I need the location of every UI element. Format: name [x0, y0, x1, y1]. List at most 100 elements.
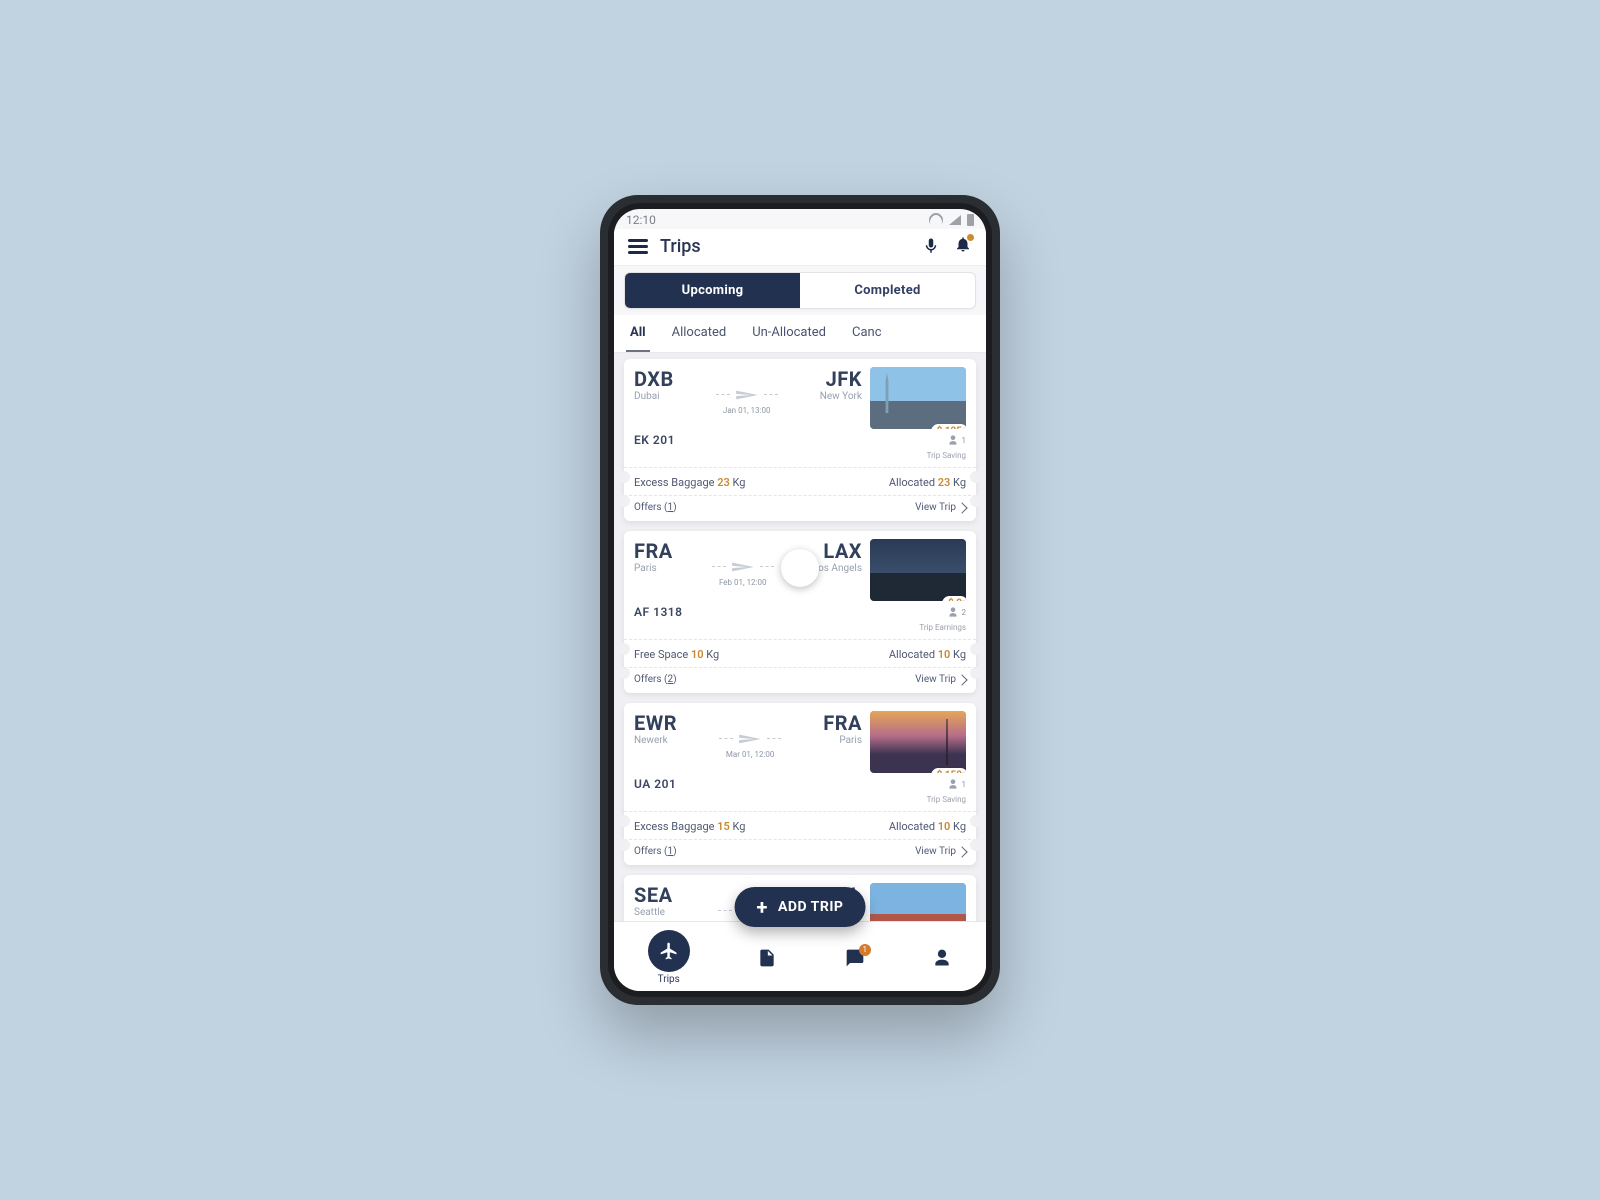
- page-title: Trips: [660, 236, 701, 257]
- flight-number: AF 1318: [634, 605, 683, 619]
- offers-link[interactable]: Offers (1): [634, 502, 677, 513]
- destination-thumb: $ 0: [870, 539, 966, 601]
- offers-link[interactable]: Offers (2): [634, 674, 677, 685]
- app-header: Trips: [614, 229, 986, 266]
- notifications-button[interactable]: [954, 235, 972, 257]
- origin-code: FRA: [634, 539, 673, 563]
- origin-city: Seattle: [634, 907, 673, 918]
- nav-profile[interactable]: [932, 948, 952, 968]
- destination-thumb: $ 125: [870, 367, 966, 429]
- trips-list[interactable]: DXB Dubai Jan 01, 13:00 JFK New York $ 1…: [614, 353, 986, 921]
- destination-thumb: $ 150: [870, 711, 966, 773]
- origin: EWR Newerk: [634, 711, 677, 773]
- plane-icon: [737, 726, 763, 752]
- segmented-control: Upcoming Completed: [624, 272, 976, 309]
- passenger-count: 2: [946, 605, 967, 619]
- view-trip-link[interactable]: View Trip: [915, 674, 966, 685]
- notification-dot-icon: [967, 234, 974, 241]
- passenger-count: 1: [946, 777, 967, 791]
- origin-city: Dubai: [634, 391, 674, 402]
- origin-code: EWR: [634, 711, 677, 735]
- allocated-label: Allocated 23 Kg: [889, 476, 966, 489]
- offers-link[interactable]: Offers (1): [634, 846, 677, 857]
- person-icon: [946, 605, 960, 619]
- badge-subtitle: Trip Saving: [927, 451, 966, 460]
- flight-number: UA 201: [634, 777, 676, 791]
- destination-thumb: [870, 883, 966, 921]
- flight-number: EK 201: [634, 433, 675, 447]
- status-time: 12:10: [626, 213, 656, 227]
- flight-datetime: Mar 01, 12:00: [726, 750, 775, 759]
- origin-city: Newerk: [634, 735, 677, 746]
- flight-datetime: Jan 01, 13:00: [723, 406, 771, 415]
- chat-badge: 1: [859, 944, 871, 956]
- mic-icon[interactable]: [922, 237, 940, 255]
- baggage-label: Free Space 10 Kg: [634, 648, 719, 661]
- flight-datetime: Feb 01, 12:00: [719, 578, 767, 587]
- nav-trips[interactable]: Trips: [648, 930, 690, 985]
- trip-card[interactable]: DXB Dubai Jan 01, 13:00 JFK New York $ 1…: [624, 359, 976, 521]
- dest-city: Paris: [839, 735, 862, 746]
- chevron-right-icon: [956, 502, 967, 513]
- price-badge: $ 125: [931, 424, 966, 429]
- filter-all[interactable]: All: [626, 315, 650, 353]
- nav-documents[interactable]: [757, 948, 777, 968]
- destination: FRA Paris: [823, 711, 862, 773]
- price-badge: $ 0: [942, 596, 966, 601]
- chevron-right-icon: [956, 846, 967, 857]
- tab-completed[interactable]: Completed: [800, 273, 975, 308]
- destination: JFK New York: [820, 367, 862, 429]
- passenger-count: 1: [946, 433, 967, 447]
- plane-icon: [734, 382, 760, 408]
- wifi-icon: [929, 213, 943, 227]
- filter-unallocated[interactable]: Un-Allocated: [748, 315, 830, 352]
- filter-cancelled[interactable]: Canc: [848, 315, 886, 352]
- price-badge: $ 150: [931, 768, 966, 773]
- origin: FRA Paris: [634, 539, 673, 601]
- nav-trips-label: Trips: [658, 974, 680, 985]
- menu-icon[interactable]: [628, 239, 648, 254]
- baggage-label: Excess Baggage 15 Kg: [634, 820, 745, 833]
- battery-icon: [967, 214, 974, 226]
- origin: DXB Dubai: [634, 367, 674, 429]
- nav-chat[interactable]: 1: [845, 948, 865, 968]
- dest-city: Los Angels: [813, 563, 862, 574]
- origin-code: SEA: [634, 883, 673, 907]
- filter-allocated[interactable]: Allocated: [668, 315, 731, 352]
- plane-icon: [659, 941, 679, 961]
- badge-subtitle: Trip Earnings: [919, 623, 966, 632]
- origin-city: Paris: [634, 563, 673, 574]
- filter-tabs: All Allocated Un-Allocated Canc: [614, 315, 986, 353]
- badge-subtitle: Trip Saving: [927, 795, 966, 804]
- flight-path: Mar 01, 12:00: [685, 711, 815, 773]
- plane-icon: [730, 554, 756, 580]
- destination: LAX Los Angels: [813, 539, 862, 601]
- trip-card[interactable]: EWR Newerk Mar 01, 12:00 FRA Paris $ 150: [624, 703, 976, 865]
- flight-path: Jan 01, 13:00: [682, 367, 812, 429]
- device-frame: 12:10 Trips Upcoming Completed: [600, 195, 1000, 1005]
- status-bar: 12:10: [614, 209, 986, 229]
- person-icon: [946, 433, 960, 447]
- view-trip-link[interactable]: View Trip: [915, 846, 966, 857]
- tab-upcoming[interactable]: Upcoming: [625, 273, 800, 308]
- origin-code: DXB: [634, 367, 674, 391]
- dest-code: LAX: [823, 539, 862, 563]
- view-trip-link[interactable]: View Trip: [915, 502, 966, 513]
- allocated-label: Allocated 10 Kg: [889, 820, 966, 833]
- add-trip-button[interactable]: + ADD TRIP: [735, 887, 866, 927]
- plus-icon: +: [757, 900, 768, 914]
- person-icon: [946, 777, 960, 791]
- add-trip-label: ADD TRIP: [778, 899, 843, 915]
- app-screen: 12:10 Trips Upcoming Completed: [614, 209, 986, 991]
- loading-spinner-icon: [781, 549, 819, 587]
- dest-code: FRA: [823, 711, 862, 735]
- baggage-label: Excess Baggage 23 Kg: [634, 476, 745, 489]
- origin: SEA Seattle: [634, 883, 673, 921]
- allocated-label: Allocated 10 Kg: [889, 648, 966, 661]
- user-icon: [932, 948, 952, 968]
- document-icon: [757, 948, 777, 968]
- bottom-nav: Trips 1: [614, 921, 986, 991]
- dest-city: New York: [820, 391, 862, 402]
- nav-trips-active-icon: [648, 930, 690, 972]
- chevron-right-icon: [956, 674, 967, 685]
